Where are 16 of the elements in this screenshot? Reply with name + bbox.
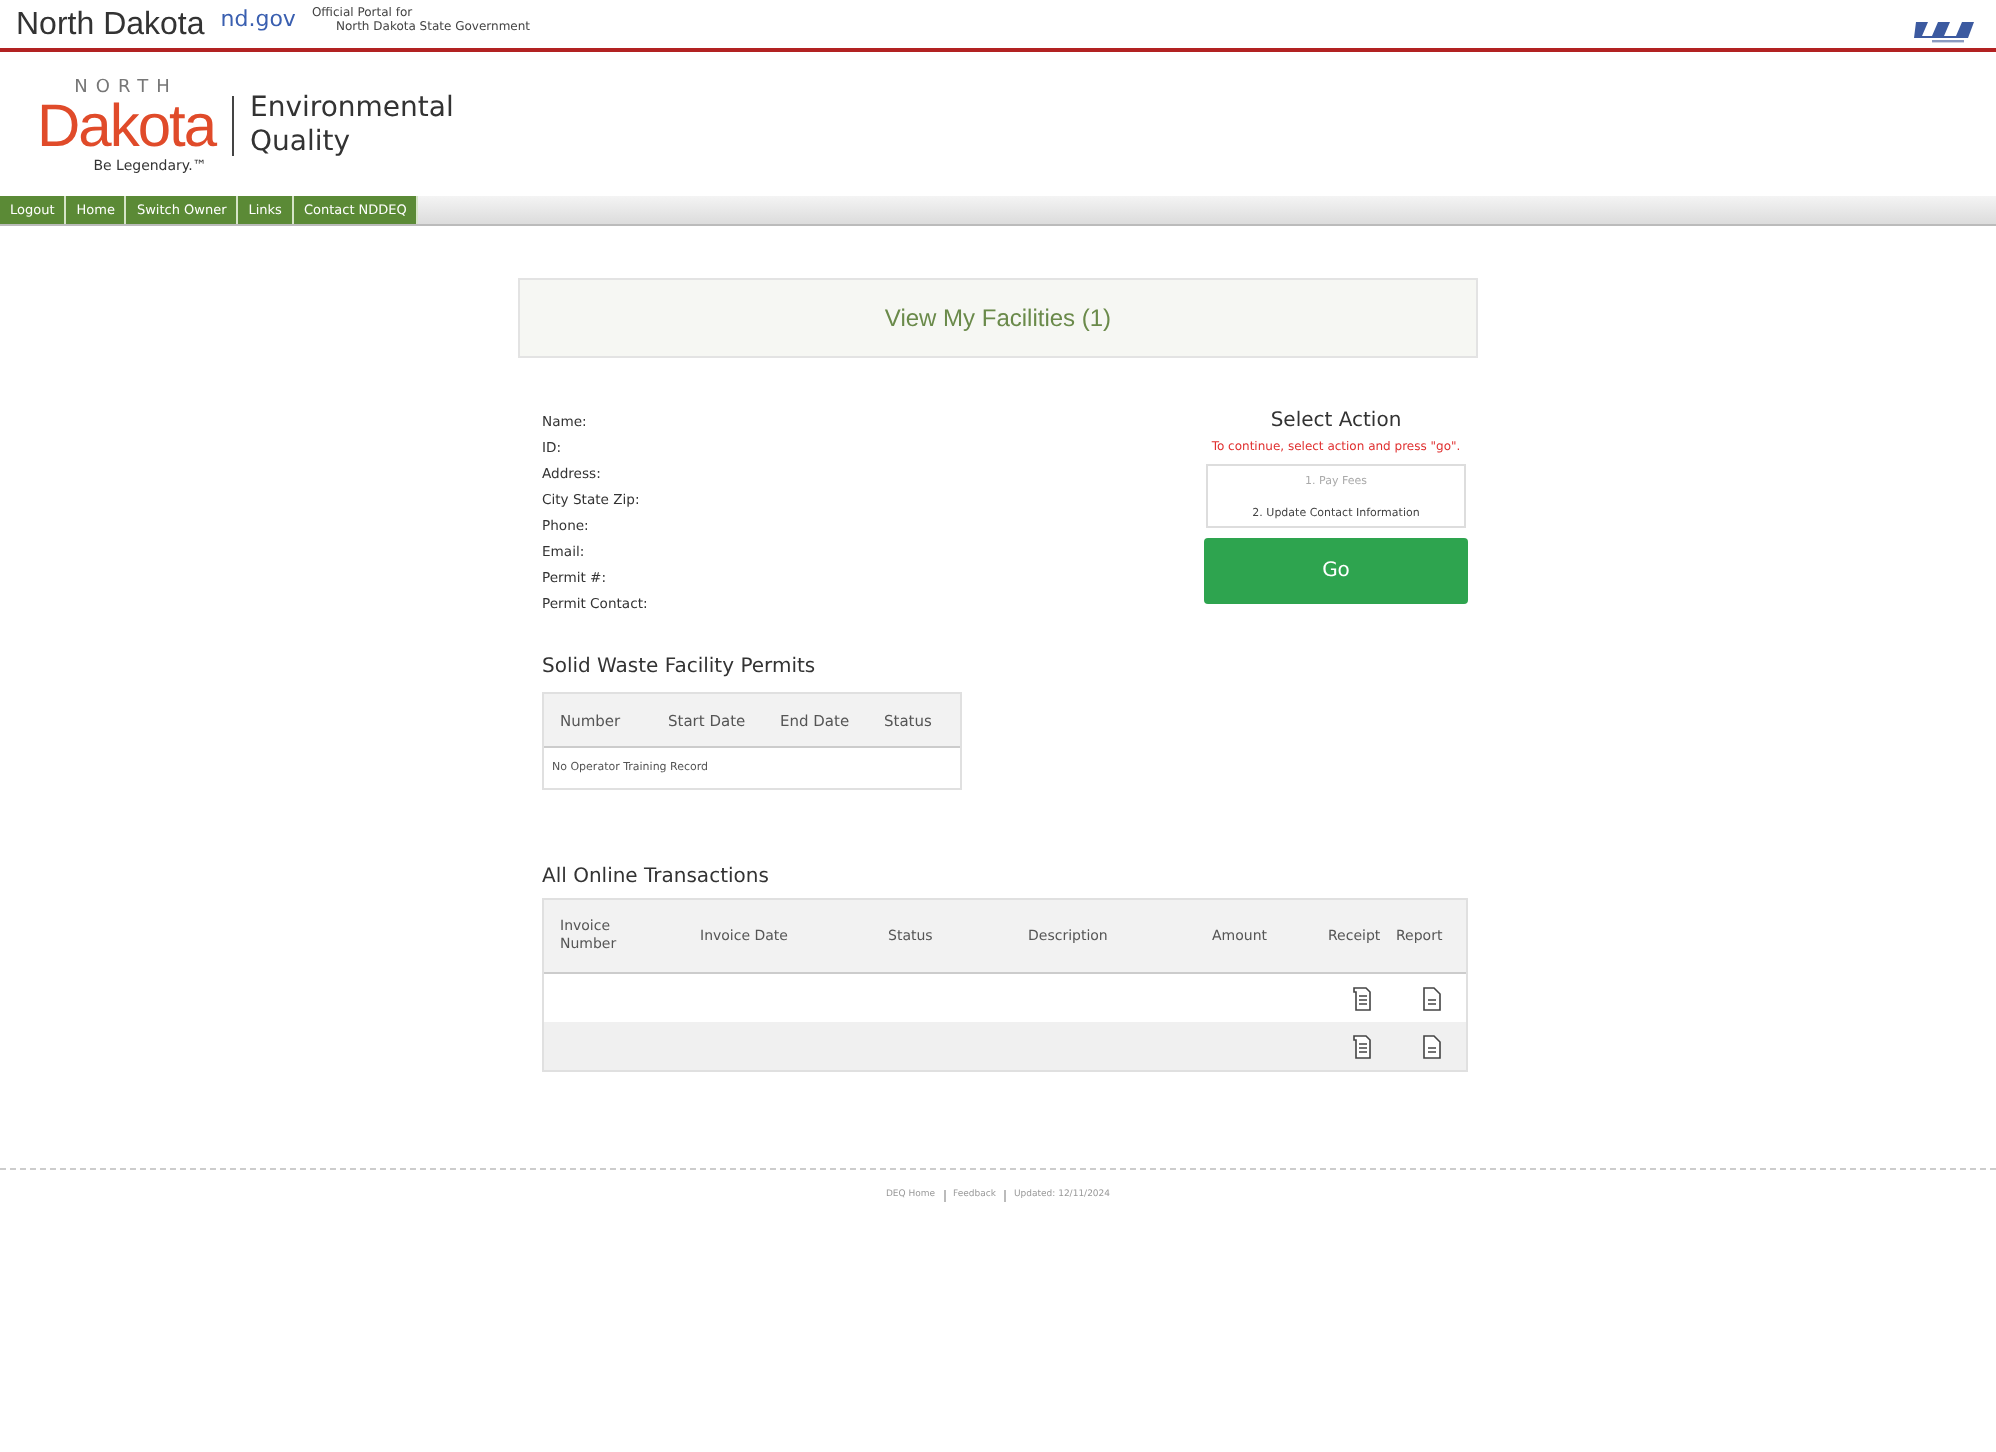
action-title: Select Action (1270, 410, 1402, 432)
agency-name: Environmental (250, 92, 454, 126)
logo-north: NORTH (74, 78, 178, 98)
receipt-icon[interactable] (1352, 1033, 1372, 1059)
receipt-icon[interactable] (1352, 985, 1372, 1011)
portal-domain[interactable]: nd.gov (220, 6, 296, 32)
report-icon[interactable] (1421, 985, 1441, 1011)
section-title: All Online Transactions (540, 866, 771, 888)
logo-wordmark: Dakota (36, 98, 216, 158)
page-title: View My Facilities (1) (518, 278, 1478, 358)
go-button[interactable]: Go (1204, 538, 1468, 604)
agency-name: Quality (250, 126, 353, 160)
state-name: North Dakota (16, 8, 205, 44)
section-title: Solid Waste Facility Permits (540, 656, 818, 678)
report-icon[interactable] (1421, 1033, 1441, 1059)
logo-icon (1912, 20, 1980, 44)
